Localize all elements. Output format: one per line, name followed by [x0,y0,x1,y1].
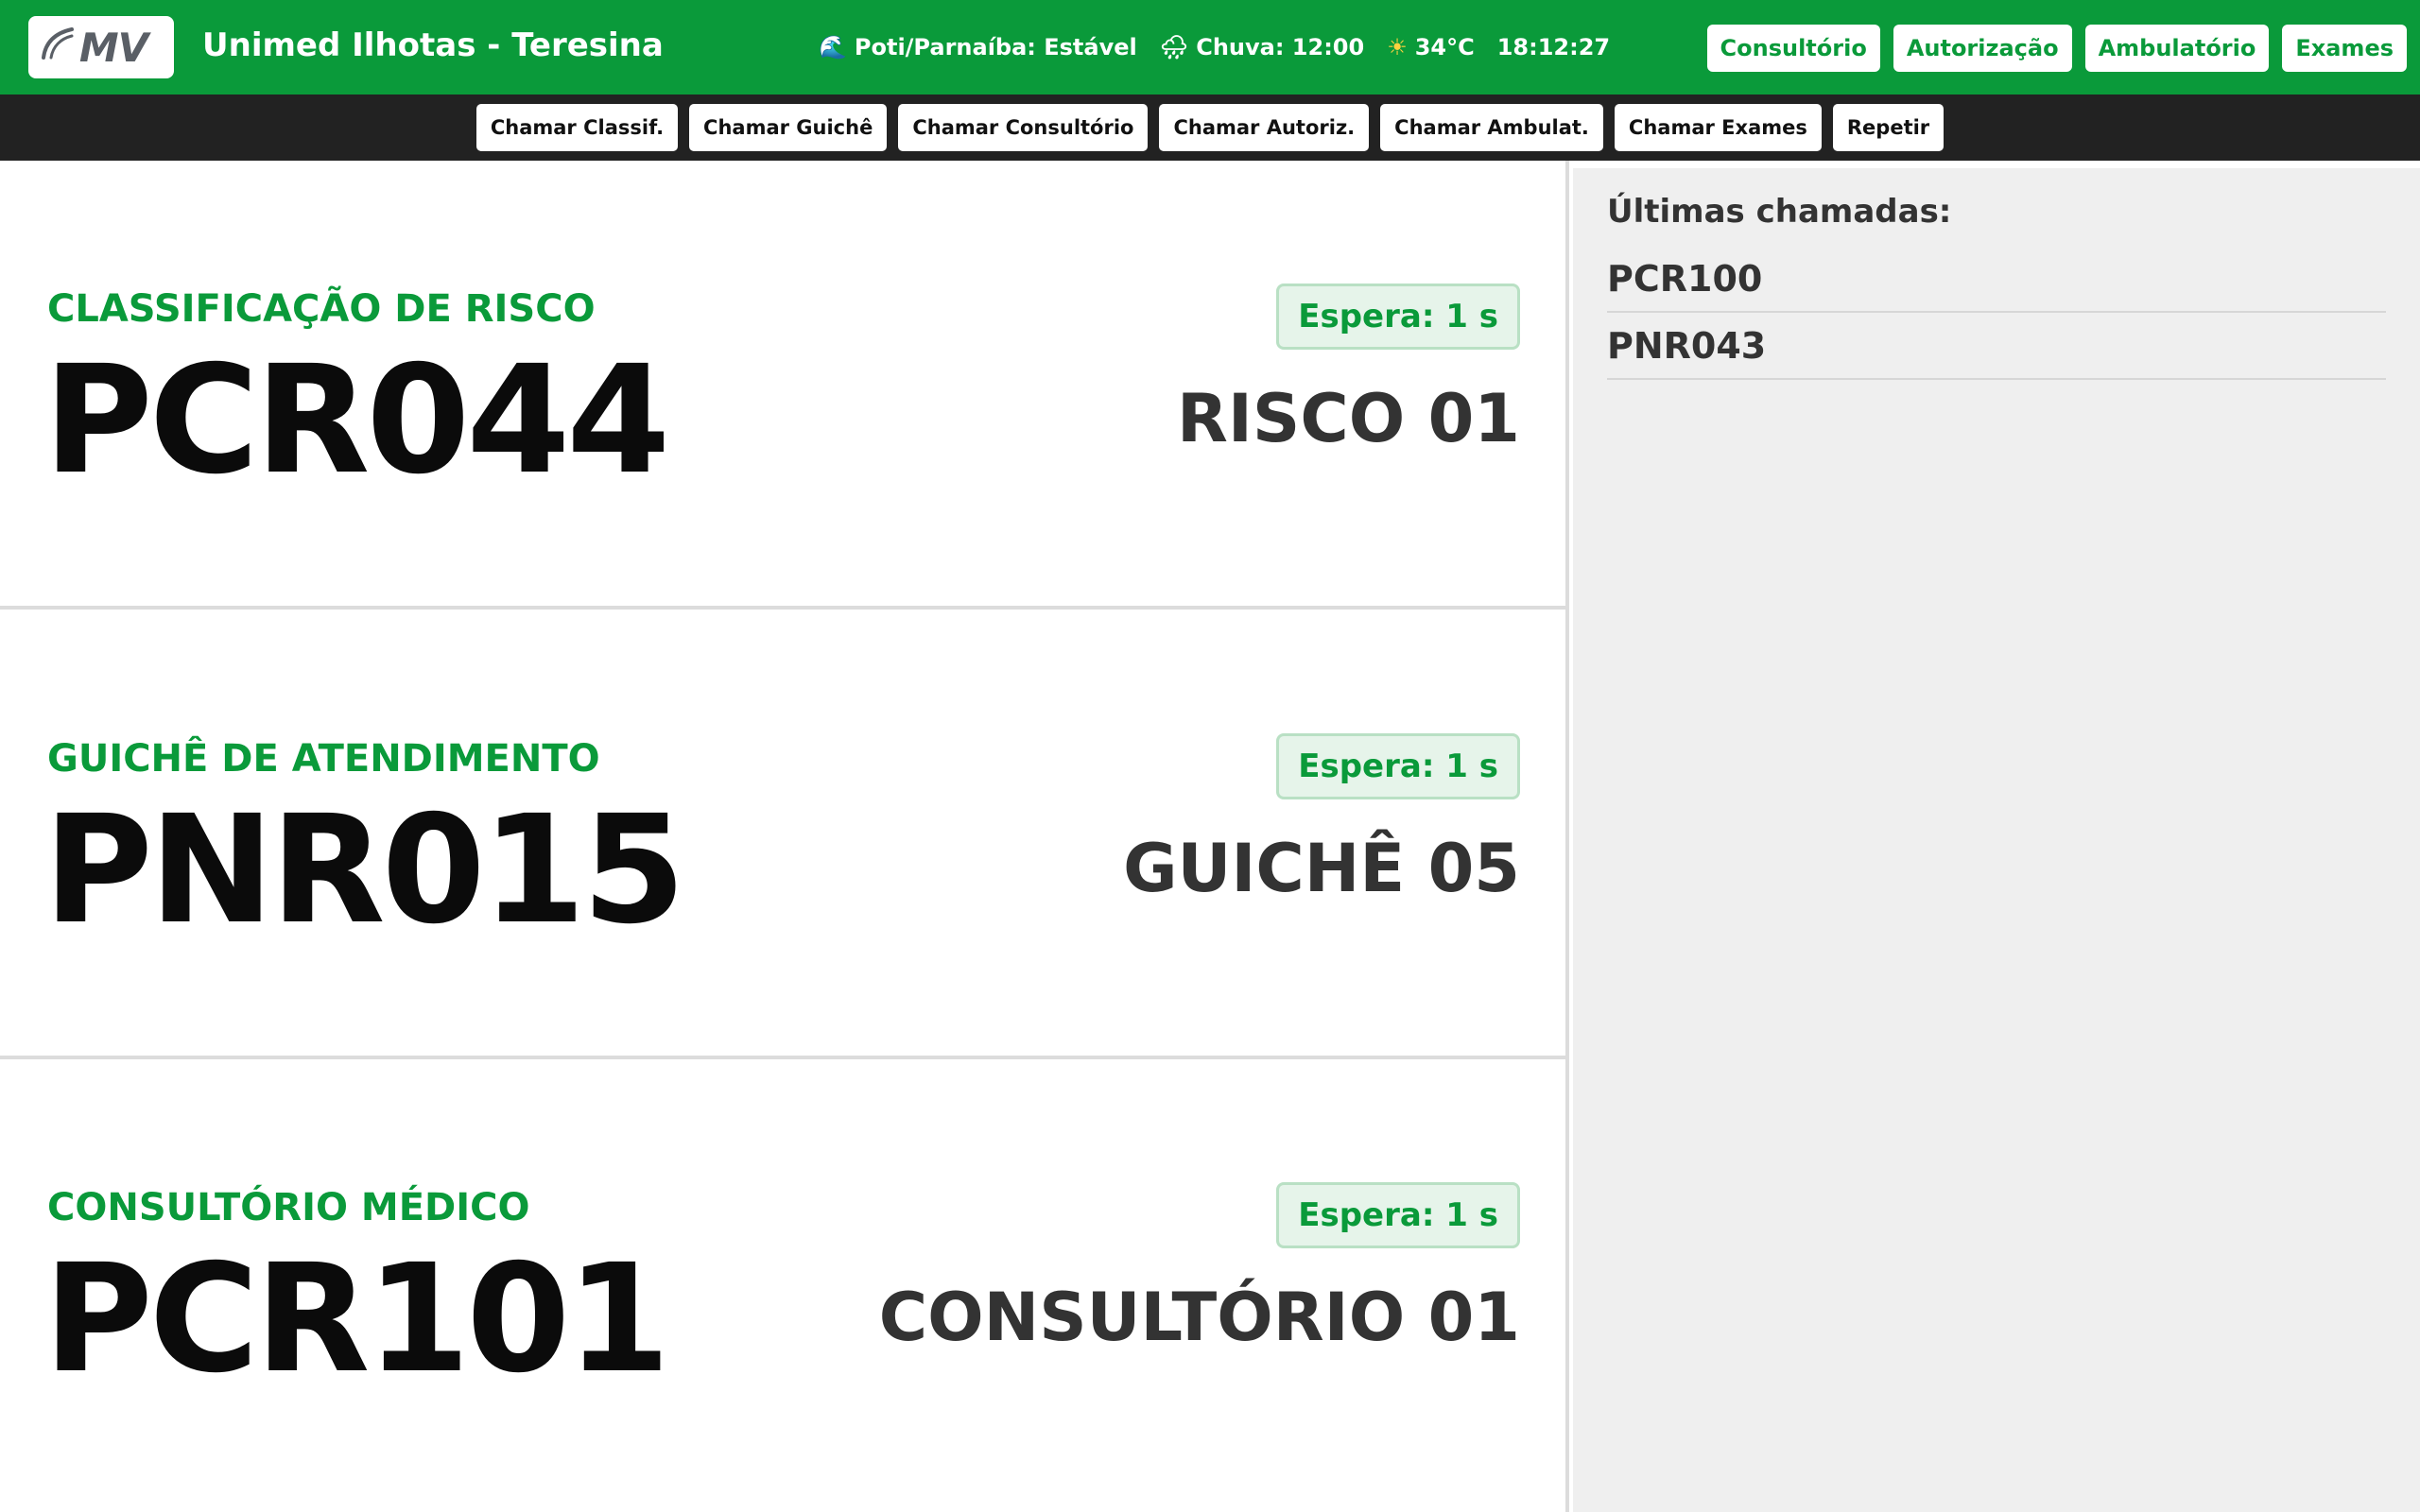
sun-icon: ☀ [1387,34,1408,60]
mv-logo: MV [28,16,174,78]
recent-calls-sidebar: Últimas chamadas: PCR100 PNR043 [1573,168,2420,1512]
call-exames-button[interactable]: Chamar Exames [1614,104,1822,151]
call-guiche-button[interactable]: Chamar Guichê [689,104,888,151]
wait-badge: Espera: 1 s [1276,1182,1520,1248]
panel-title: CONSULTÓRIO MÉDICO [47,1186,530,1229]
temperature-text: 34°C [1414,34,1475,60]
ticket-number: PCR044 [43,334,670,507]
nav-ambulatorio-button[interactable]: Ambulatório [2084,25,2270,72]
panel-classificacao: CLASSIFICAÇÃO DE RISCO PCR044 Espera: 1 … [0,161,1565,610]
clock-text: 18:12:27 [1496,34,1611,60]
recent-calls-title: Últimas chamadas: [1607,193,1952,231]
top-header-bar: MV Unimed Ilhotas - Teresina 🌊 Poti/Parn… [0,0,2420,94]
ticket-number: PCR101 [43,1232,670,1406]
panel-guiche: GUICHÊ DE ATENDIMENTO PNR015 Espera: 1 s… [0,610,1565,1059]
call-classif-button[interactable]: Chamar Classif. [475,104,679,151]
status-strip: 🌊 Poti/Parnaíba: Estável 🌧 Chuva: 12:00 … [819,30,1610,64]
recent-calls-list: PCR100 PNR043 [1607,246,2386,380]
river-status-text: Poti/Parnaíba: Estável [854,34,1137,60]
list-item: PCR100 [1607,246,2386,313]
panel-consultorio: CONSULTÓRIO MÉDICO PCR101 Espera: 1 s CO… [0,1059,1565,1508]
panel-title: CLASSIFICAÇÃO DE RISCO [47,287,596,331]
call-action-bar: Chamar Classif. Chamar Guichê Chamar Con… [0,94,2420,161]
wait-badge: Espera: 1 s [1276,733,1520,799]
nav-consultorio-button[interactable]: Consultório [1706,25,1880,72]
call-panels: CLASSIFICAÇÃO DE RISCO PCR044 Espera: 1 … [0,161,1569,1512]
service-location: RISCO 01 [1176,380,1520,457]
repeat-button[interactable]: Repetir [1832,104,1945,151]
ticket-number: PNR015 [43,783,686,957]
rain-status: 🌧 Chuva: 12:00 [1160,34,1364,60]
rain-cloud-icon: 🌧 [1159,34,1189,60]
service-location: CONSULTÓRIO 01 [878,1279,1520,1356]
rain-status-text: Chuva: 12:00 [1196,34,1365,60]
app-title: Unimed Ilhotas - Teresina [202,26,664,64]
list-item: PNR043 [1607,313,2386,380]
call-ambulat-button[interactable]: Chamar Ambulat. [1380,104,1603,151]
logo-swoosh-icon [42,27,74,60]
queue-nav: Consultório Autorização Ambulatório Exam… [1706,25,2407,72]
nav-exames-button[interactable]: Exames [2282,25,2407,72]
logo-text: MV [78,24,148,71]
nav-autorizacao-button[interactable]: Autorização [1893,25,2072,72]
temperature-status: ☀ 34°C [1387,34,1475,60]
river-status: 🌊 Poti/Parnaíba: Estável [819,34,1137,60]
wave-icon: 🌊 [819,34,847,60]
call-autoriz-button[interactable]: Chamar Autoriz. [1159,104,1370,151]
panel-title: GUICHÊ DE ATENDIMENTO [47,737,600,781]
wait-badge: Espera: 1 s [1276,284,1520,350]
clock: 18:12:27 [1497,34,1610,60]
call-consultorio-button[interactable]: Chamar Consultório [898,104,1149,151]
service-location: GUICHÊ 05 [1123,830,1520,907]
